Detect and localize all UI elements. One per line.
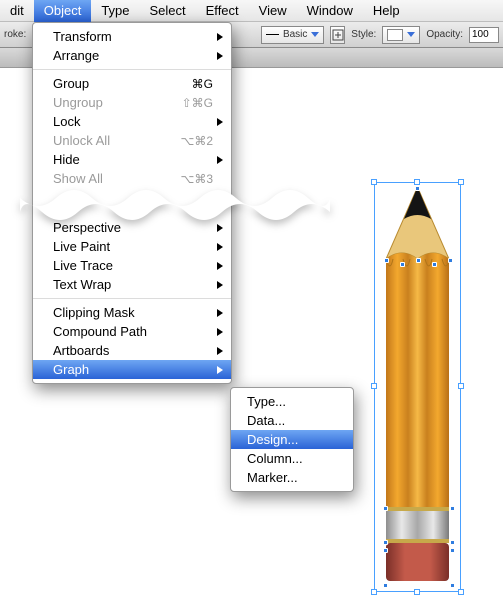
- submenu-item-marker[interactable]: Marker...: [231, 468, 353, 487]
- menu-view[interactable]: View: [249, 0, 297, 22]
- brush-basic-label: Basic: [283, 29, 307, 40]
- menu-item-artboards[interactable]: Artboards: [33, 341, 231, 360]
- menubar: dit Object Type Select Effect View Windo…: [0, 0, 503, 22]
- menu-item-unlock-all: Unlock All⌥⌘2: [33, 131, 231, 150]
- menu-item-group[interactable]: Group⌘G: [33, 74, 231, 93]
- stroke-label: roke:: [4, 29, 26, 40]
- graph-submenu: Type... Data... Design... Column... Mark…: [230, 387, 354, 492]
- menu-item-transform[interactable]: Transform: [33, 27, 231, 46]
- style-label: Style:: [351, 29, 376, 40]
- submenu-item-data[interactable]: Data...: [231, 411, 353, 430]
- menu-help[interactable]: Help: [363, 0, 410, 22]
- menu-item-text-wrap[interactable]: Text Wrap: [33, 275, 231, 294]
- menu-item-show-all: Show All⌥⌘3: [33, 169, 231, 188]
- submenu-item-design[interactable]: Design...: [231, 430, 353, 449]
- menu-item-lock[interactable]: Lock: [33, 112, 231, 131]
- opacity-label: Opacity:: [426, 29, 463, 40]
- submenu-item-type[interactable]: Type...: [231, 392, 353, 411]
- brush-options-btn[interactable]: [330, 26, 345, 44]
- menu-item-live-trace[interactable]: Live Trace: [33, 256, 231, 275]
- menu-item-graph[interactable]: Graph: [33, 360, 231, 379]
- submenu-item-column[interactable]: Column...: [231, 449, 353, 468]
- menu-item-ungroup: Ungroup⇧⌘G: [33, 93, 231, 112]
- pencil-artwork[interactable]: [379, 187, 456, 592]
- menu-item-perspective[interactable]: Perspective: [33, 218, 231, 237]
- menu-item-clipping-mask[interactable]: Clipping Mask: [33, 303, 231, 322]
- menu-select[interactable]: Select: [140, 0, 196, 22]
- menu-item-arrange[interactable]: Arrange: [33, 46, 231, 65]
- menu-type[interactable]: Type: [91, 0, 139, 22]
- menu-object[interactable]: Object: [34, 0, 92, 22]
- style-selector[interactable]: [382, 26, 420, 44]
- menu-item-hide[interactable]: Hide: [33, 150, 231, 169]
- menu-item-live-paint[interactable]: Live Paint: [33, 237, 231, 256]
- menu-item-compound-path[interactable]: Compound Path: [33, 322, 231, 341]
- object-menu: Transform Arrange Group⌘G Ungroup⇧⌘G Loc…: [32, 22, 232, 384]
- menu-edit[interactable]: dit: [0, 0, 34, 22]
- opacity-input[interactable]: [469, 27, 499, 43]
- menu-effect[interactable]: Effect: [196, 0, 249, 22]
- brush-selector[interactable]: Basic: [261, 26, 324, 44]
- menu-window[interactable]: Window: [297, 0, 363, 22]
